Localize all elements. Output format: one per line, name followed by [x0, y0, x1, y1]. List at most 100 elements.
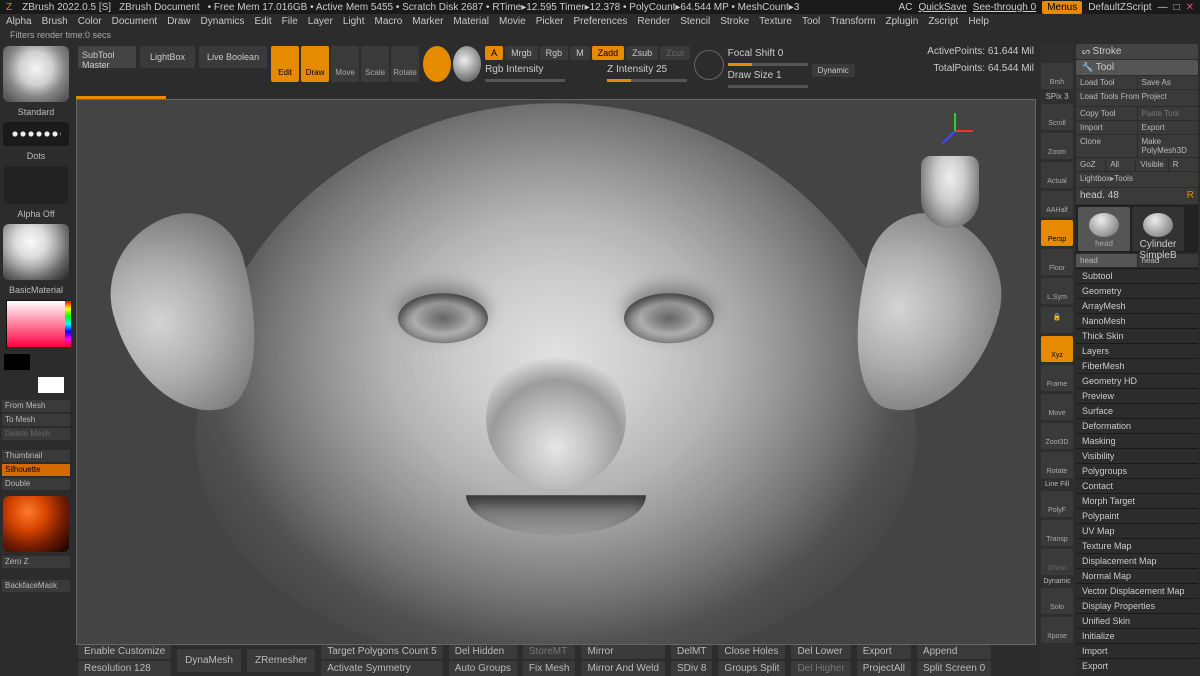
delete-mesh-button[interactable]: Delete Mesh	[2, 428, 70, 440]
menu-marker[interactable]: Marker	[412, 16, 443, 27]
zadd-button[interactable]: Zadd	[592, 46, 625, 60]
sdiv-slider[interactable]: SDiv 8	[671, 661, 712, 676]
solo-button[interactable]: Solo	[1041, 588, 1073, 614]
accordion-geometry-hd[interactable]: Geometry HD	[1076, 373, 1198, 388]
menu-macro[interactable]: Macro	[375, 16, 403, 27]
save-as-button[interactable]: Save As	[1138, 76, 1199, 89]
sculptris-button[interactable]	[453, 46, 481, 82]
del-lower-button[interactable]: Del Lower	[791, 644, 850, 659]
color-picker[interactable]	[6, 300, 66, 348]
append-button[interactable]: Append	[917, 644, 991, 659]
accordion-thick-skin[interactable]: Thick Skin	[1076, 328, 1198, 343]
goz-all-button[interactable]: All	[1106, 158, 1135, 171]
camera-thumbnail[interactable]	[921, 156, 979, 228]
actual-button[interactable]: Actual	[1041, 162, 1073, 188]
goz-r-button[interactable]: R	[1169, 158, 1198, 171]
spix-label[interactable]: SPix 3	[1040, 91, 1074, 102]
rotate-view-button[interactable]: Rotate	[1041, 452, 1073, 478]
split-screen-slider[interactable]: Split Screen 0	[917, 661, 991, 676]
menu-alpha[interactable]: Alpha	[6, 16, 32, 27]
export-tool-button[interactable]: Export	[1138, 121, 1199, 134]
menu-brush[interactable]: Brush	[42, 16, 68, 27]
silhouette-button[interactable]: Silhouette	[2, 464, 70, 476]
zoom-button[interactable]: Zoom	[1041, 133, 1073, 159]
window-close-icon[interactable]: ✕	[1186, 2, 1194, 13]
del-mt-button[interactable]: DelMT	[671, 644, 712, 659]
gizmo-button[interactable]	[423, 46, 451, 82]
default-script[interactable]: DefaultZScript	[1088, 2, 1151, 13]
a-mode-button[interactable]: A	[485, 46, 503, 60]
auto-groups-button[interactable]: Auto Groups	[449, 661, 517, 676]
accordion-polygroups[interactable]: Polygroups	[1076, 463, 1198, 478]
focal-shift-slider[interactable]	[728, 63, 808, 66]
rgb-button[interactable]: Rgb	[540, 46, 569, 60]
mirror-button[interactable]: Mirror	[581, 644, 665, 659]
subtool-head-label[interactable]: head	[1076, 254, 1137, 267]
accordion-surface[interactable]: Surface	[1076, 403, 1198, 418]
accordion-unified-skin[interactable]: Unified Skin	[1076, 613, 1198, 628]
load-from-project-button[interactable]: Load Tools From Project	[1076, 90, 1198, 106]
viewport[interactable]	[76, 99, 1036, 645]
menu-render[interactable]: Render	[637, 16, 670, 27]
copy-tool-button[interactable]: Copy Tool	[1076, 107, 1137, 120]
accordion-polypaint[interactable]: Polypaint	[1076, 508, 1198, 523]
zero-z-button[interactable]: Zero Z	[2, 556, 70, 568]
goz-visible-button[interactable]: Visible	[1136, 158, 1167, 171]
menu-tool[interactable]: Tool	[802, 16, 820, 27]
menu-light[interactable]: Light	[343, 16, 365, 27]
linefill-label[interactable]: Line Fill	[1040, 480, 1074, 489]
stroke-thumbnail[interactable]	[3, 122, 69, 146]
store-mt-button[interactable]: StoreMT	[523, 644, 576, 659]
clone-button[interactable]: Clone	[1076, 135, 1137, 157]
menu-stroke[interactable]: Stroke	[720, 16, 749, 27]
accordion-export[interactable]: Export	[1076, 658, 1198, 673]
accordion-vector-displacement-map[interactable]: Vector Displacement Map	[1076, 583, 1198, 598]
paste-tool-button[interactable]: Paste Tool	[1138, 107, 1199, 120]
menu-preferences[interactable]: Preferences	[573, 16, 627, 27]
menu-zscript[interactable]: Zscript	[928, 16, 958, 27]
subtool-head-thumb[interactable]: head	[1078, 207, 1130, 251]
scroll-button[interactable]: Scroll	[1041, 104, 1073, 130]
draw-mode-button[interactable]: Draw	[301, 46, 329, 82]
accordion-layers[interactable]: Layers	[1076, 343, 1198, 358]
rgb-intensity-slider[interactable]	[485, 79, 565, 82]
dynamesh-button[interactable]: DynaMesh	[177, 649, 241, 672]
menu-layer[interactable]: Layer	[308, 16, 333, 27]
menu-edit[interactable]: Edit	[254, 16, 271, 27]
accordion-display-properties[interactable]: Display Properties	[1076, 598, 1198, 613]
accordion-nanomesh[interactable]: NanoMesh	[1076, 313, 1198, 328]
color-swatch-black[interactable]	[4, 354, 30, 370]
lock-button[interactable]: 🔒	[1041, 307, 1073, 333]
live-boolean-button[interactable]: Live Boolean	[199, 46, 267, 68]
double-button[interactable]: Double	[2, 478, 70, 490]
del-hidden-button[interactable]: Del Hidden	[449, 644, 517, 659]
del-higher-button[interactable]: Del Higher	[791, 661, 850, 676]
menu-dynamics[interactable]: Dynamics	[201, 16, 245, 27]
brush-thumbnail[interactable]	[3, 46, 69, 102]
menu-material[interactable]: Material	[453, 16, 489, 27]
xpose-button[interactable]: Xpose	[1041, 617, 1073, 643]
z-intensity-slider[interactable]	[607, 79, 687, 82]
zoom3d-button[interactable]: Zoot3D	[1041, 423, 1073, 449]
lightbox-tools-button[interactable]: Lightbox▸Tools	[1076, 172, 1198, 188]
menu-file[interactable]: File	[282, 16, 298, 27]
accordion-initialize[interactable]: Initialize	[1076, 628, 1198, 643]
accordion-visibility[interactable]: Visibility	[1076, 448, 1198, 463]
project-all-button[interactable]: ProjectAll	[857, 661, 911, 676]
panel-stroke-header[interactable]: ᔕ Stroke	[1076, 44, 1198, 59]
draw-size-slider[interactable]	[728, 85, 808, 88]
accordion-uv-map[interactable]: UV Map	[1076, 523, 1198, 538]
fix-mesh-button[interactable]: Fix Mesh	[523, 661, 576, 676]
lightbox-button[interactable]: LightBox	[140, 46, 195, 68]
accordion-displacement-map[interactable]: Displacement Map	[1076, 553, 1198, 568]
goz-button[interactable]: GoZ	[1076, 158, 1105, 171]
mirror-weld-button[interactable]: Mirror And Weld	[581, 661, 665, 676]
close-holes-button[interactable]: Close Holes	[718, 644, 785, 659]
axis-gizmo[interactable]	[935, 110, 975, 150]
from-mesh-button[interactable]: From Mesh	[2, 400, 70, 412]
groups-split-button[interactable]: Groups Split	[718, 661, 785, 676]
resolution-slider[interactable]: Resolution 128	[78, 661, 171, 676]
move-mode-button[interactable]: Move	[331, 46, 359, 82]
menu-texture[interactable]: Texture	[759, 16, 792, 27]
to-mesh-button[interactable]: To Mesh	[2, 414, 70, 426]
